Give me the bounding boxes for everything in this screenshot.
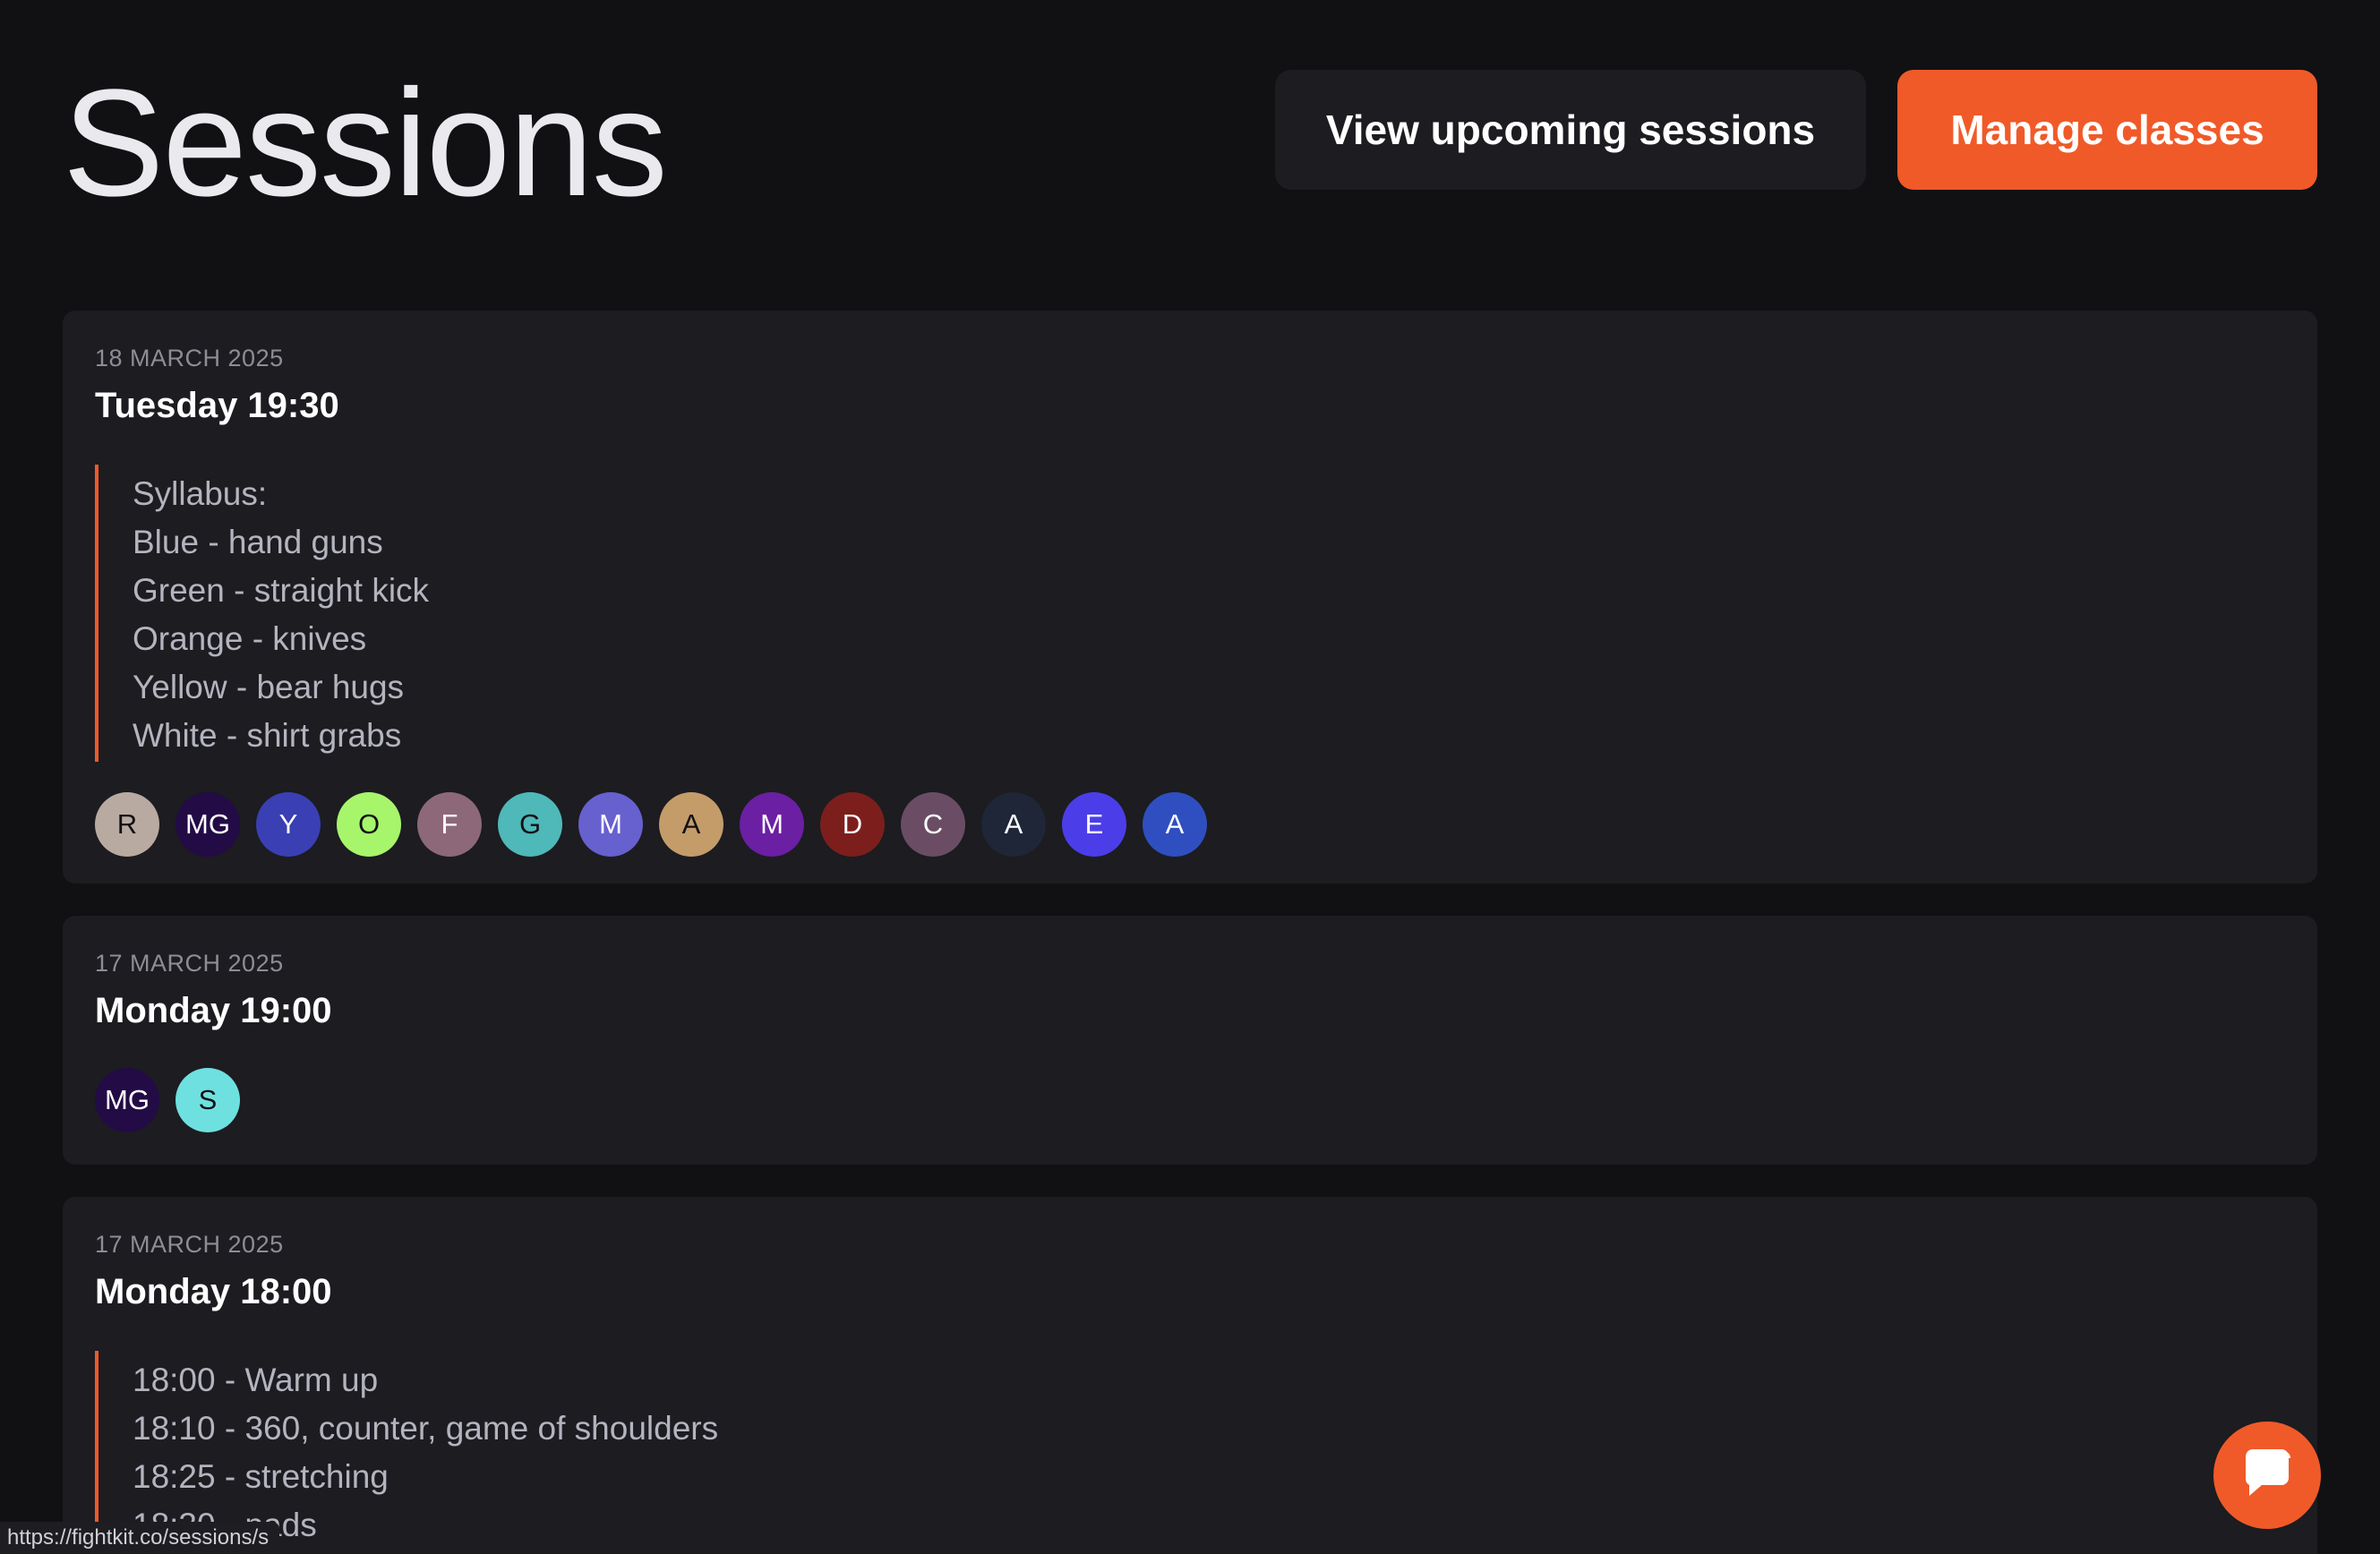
note-line: Blue - hand guns bbox=[133, 524, 383, 560]
session-list: 18 MARCH 2025 Tuesday 19:30 Syllabus: Bl… bbox=[63, 311, 2317, 1554]
note-line: 18:10 - 360, counter, game of shoulders bbox=[133, 1410, 719, 1447]
session-title: Monday 18:00 bbox=[95, 1272, 332, 1311]
attendee-avatar[interactable]: S bbox=[176, 1068, 240, 1132]
note-line: Syllabus: bbox=[133, 475, 268, 512]
attendee-avatar[interactable]: R bbox=[95, 792, 159, 857]
attendee-avatar[interactable]: A bbox=[981, 792, 1046, 857]
attendee-avatar[interactable]: E bbox=[1062, 792, 1126, 857]
attendee-list: MG S bbox=[95, 1068, 2285, 1132]
attendee-avatar[interactable]: C bbox=[901, 792, 965, 857]
attendee-avatar[interactable]: O bbox=[337, 792, 401, 857]
attendee-avatar[interactable]: M bbox=[578, 792, 643, 857]
attendee-avatar[interactable]: M bbox=[740, 792, 804, 857]
note-line: Green - straight kick bbox=[133, 572, 430, 609]
session-notes: Syllabus: Blue - hand guns Green - strai… bbox=[95, 465, 2285, 762]
page-header: Sessions View upcoming sessions Manage c… bbox=[63, 63, 2317, 224]
session-notes: 18:00 - Warm up 18:10 - 360, counter, ga… bbox=[95, 1351, 2285, 1551]
session-card[interactable]: 17 MARCH 2025 Monday 19:00 MG S bbox=[63, 916, 2317, 1165]
session-card[interactable]: 18 MARCH 2025 Tuesday 19:30 Syllabus: Bl… bbox=[63, 311, 2317, 884]
attendee-avatar[interactable]: A bbox=[659, 792, 723, 857]
chat-button[interactable] bbox=[2213, 1422, 2321, 1529]
session-date: 17 MARCH 2025 bbox=[95, 1231, 284, 1258]
attendee-avatar[interactable]: D bbox=[820, 792, 885, 857]
page-title: Sessions bbox=[63, 58, 668, 228]
session-date: 18 MARCH 2025 bbox=[95, 345, 284, 371]
status-bar-url: https://fightkit.co/sessions/s bbox=[0, 1522, 280, 1554]
note-line: 18:25 - stretching bbox=[133, 1458, 389, 1495]
note-line: 18:30 - pads bbox=[133, 1507, 317, 1543]
session-card[interactable]: 17 MARCH 2025 Monday 18:00 18:00 - Warm … bbox=[63, 1197, 2317, 1554]
session-date: 17 MARCH 2025 bbox=[95, 950, 284, 977]
attendee-list: R MG Y O F G M A M D C A E A bbox=[95, 792, 2285, 857]
attendee-avatar[interactable]: MG bbox=[176, 792, 240, 857]
attendee-avatar[interactable]: MG bbox=[95, 1068, 159, 1132]
session-title: Tuesday 19:30 bbox=[95, 386, 339, 425]
view-upcoming-sessions-button[interactable]: View upcoming sessions bbox=[1275, 70, 1866, 190]
attendee-avatar[interactable]: Y bbox=[256, 792, 321, 857]
note-line: Orange - knives bbox=[133, 620, 367, 657]
attendee-avatar[interactable]: F bbox=[417, 792, 482, 857]
session-title: Monday 19:00 bbox=[95, 991, 332, 1030]
note-line: Yellow - bear hugs bbox=[133, 669, 405, 705]
attendee-avatar[interactable]: G bbox=[498, 792, 562, 857]
note-line: White - shirt grabs bbox=[133, 717, 402, 754]
manage-classes-button[interactable]: Manage classes bbox=[1897, 70, 2317, 190]
attendee-avatar[interactable]: A bbox=[1143, 792, 1207, 857]
chat-bubble-icon bbox=[2239, 1446, 2296, 1506]
note-line: 18:00 - Warm up bbox=[133, 1362, 379, 1398]
